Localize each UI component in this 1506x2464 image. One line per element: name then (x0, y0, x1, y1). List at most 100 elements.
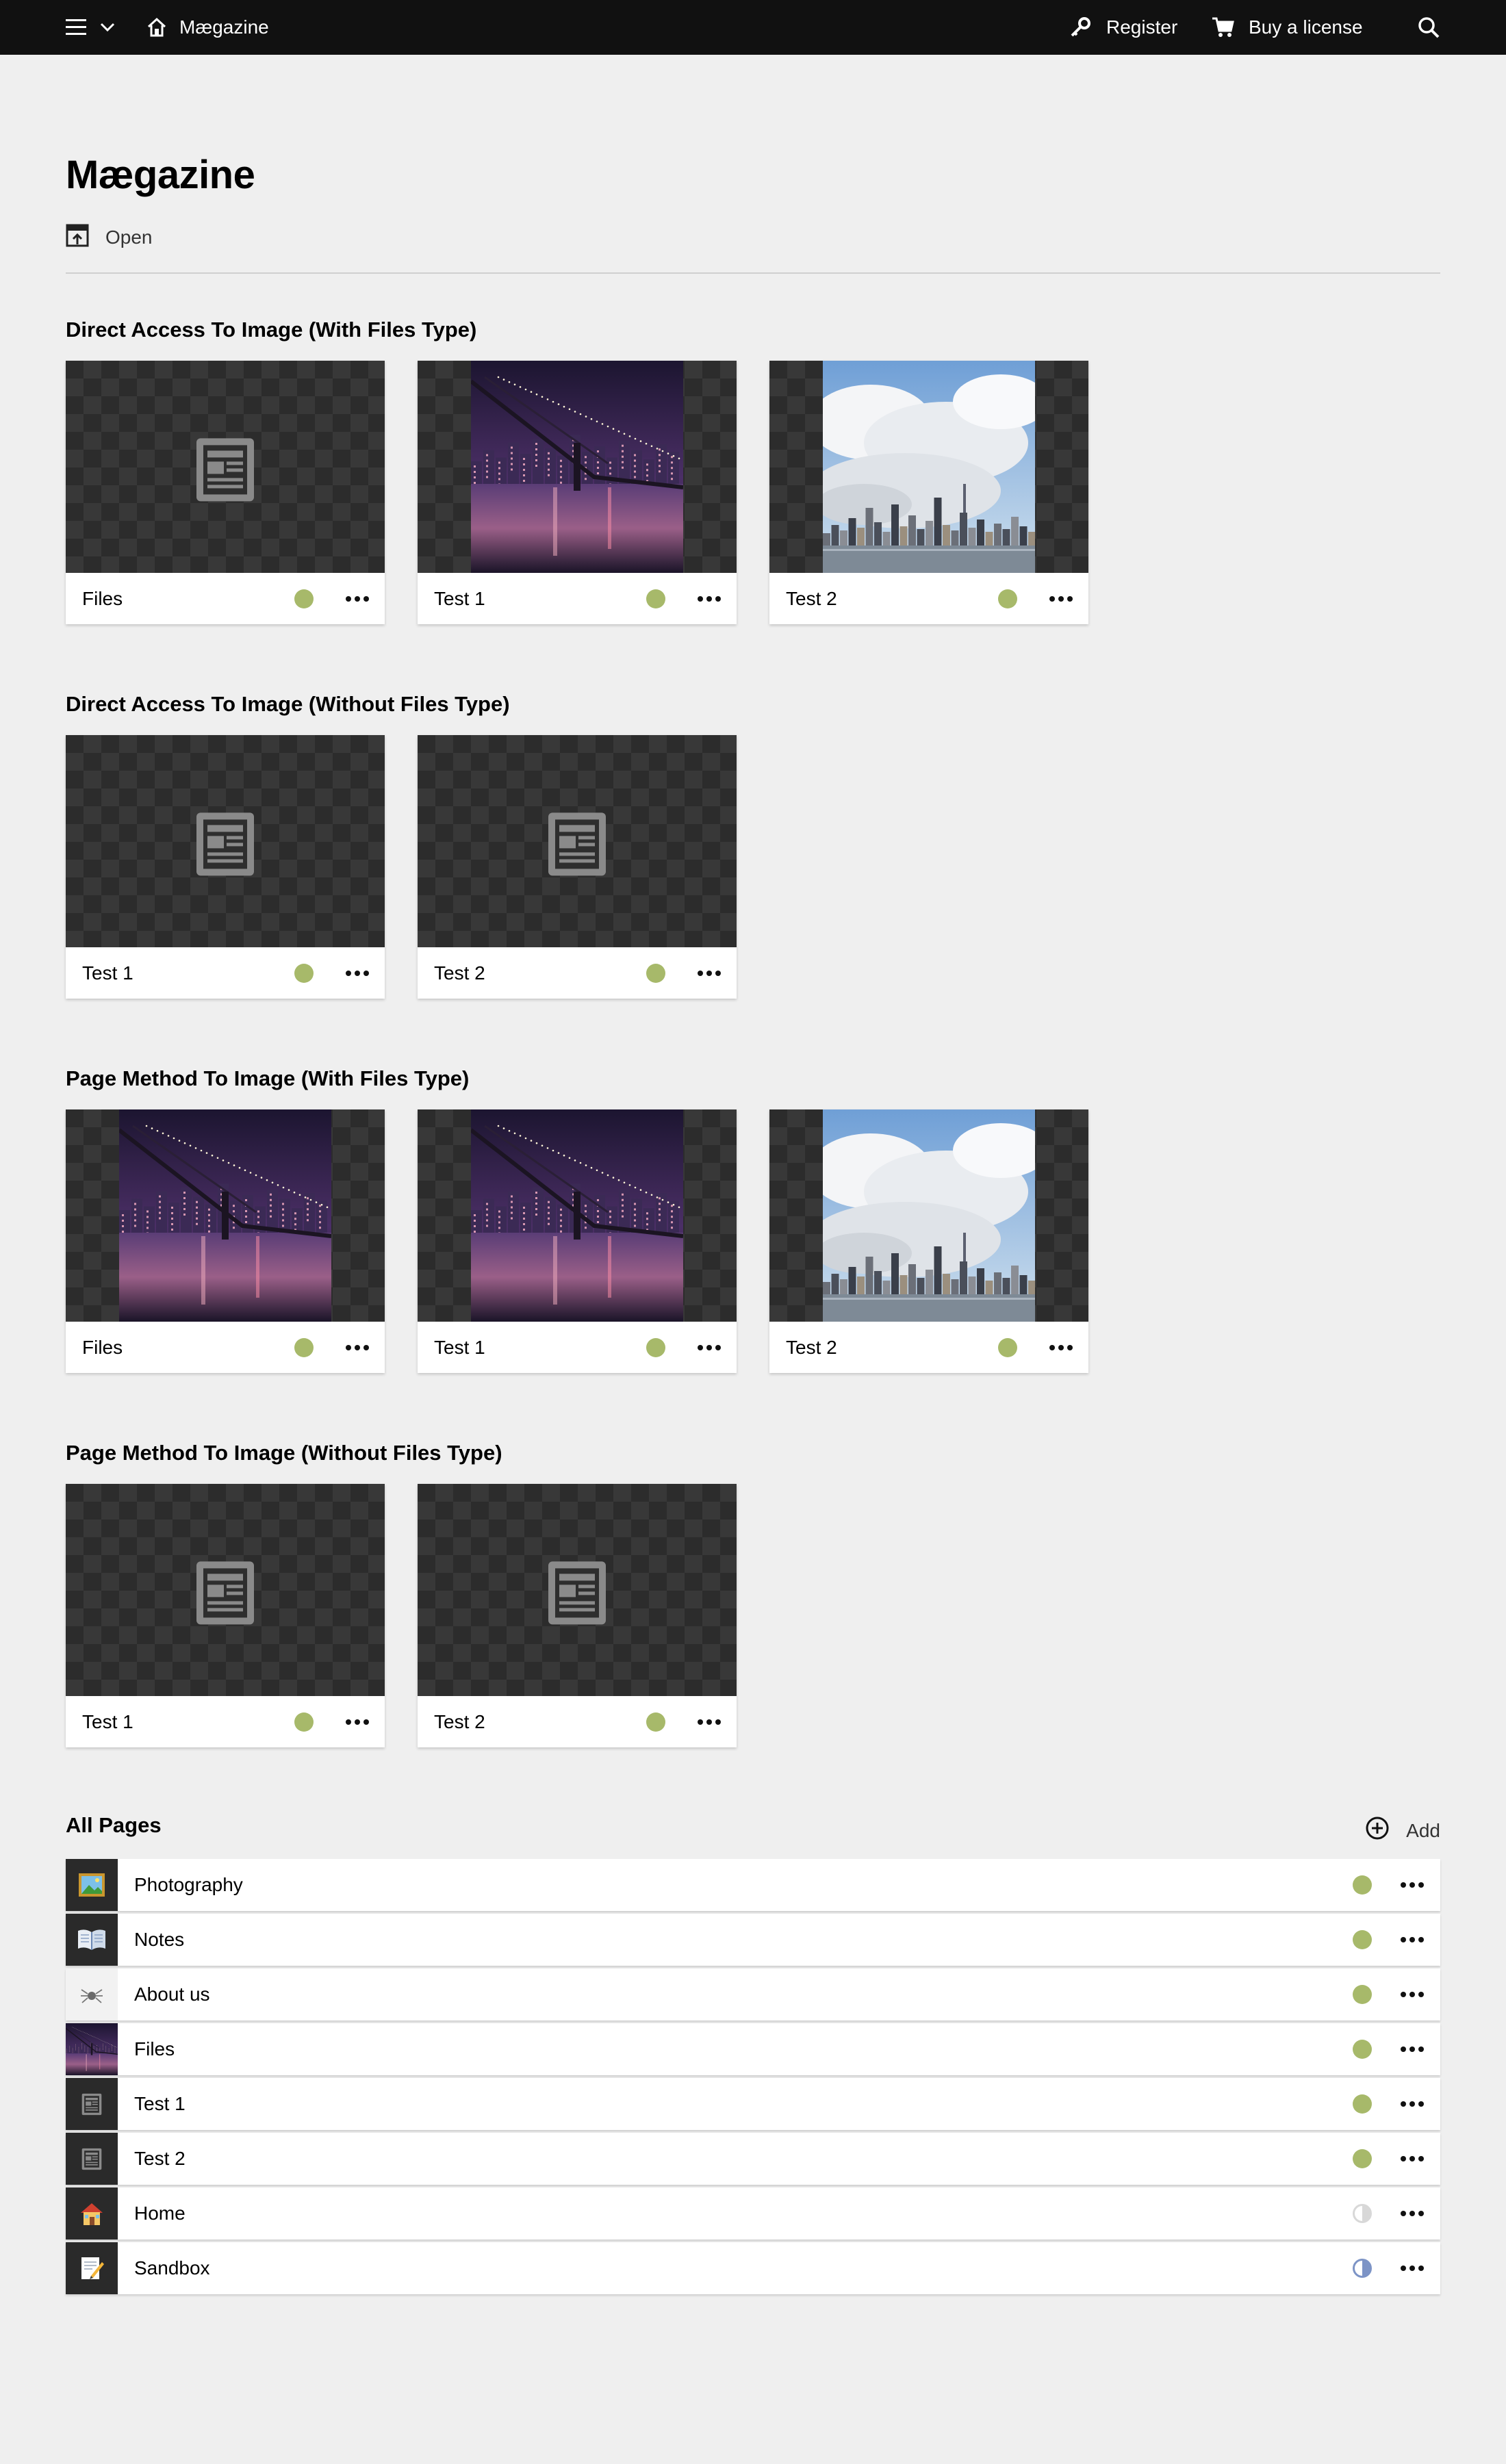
more-options-icon[interactable] (1401, 2101, 1424, 2107)
key-icon (1069, 16, 1091, 38)
status-listed-icon[interactable] (294, 1712, 314, 1732)
page-card[interactable]: Test 2 (418, 735, 737, 999)
document-icon (547, 811, 607, 881)
row-title[interactable]: Home (134, 2187, 186, 2240)
more-options-icon[interactable] (1401, 2211, 1424, 2216)
status-unlisted-icon[interactable] (1353, 2259, 1372, 2278)
card-thumbnail[interactable] (66, 1484, 385, 1696)
card-thumbnail[interactable] (418, 1484, 737, 1696)
page-list-row[interactable]: Test 2 (66, 2133, 1440, 2185)
row-title[interactable]: Sandbox (134, 2242, 210, 2294)
status-listed-icon[interactable] (646, 964, 665, 983)
card-title[interactable]: Test 2 (434, 1696, 485, 1747)
more-options-icon[interactable] (346, 971, 369, 976)
page-list-row[interactable]: Files (66, 2023, 1440, 2075)
card-title[interactable]: Test 1 (434, 573, 485, 624)
status-listed-icon[interactable] (1353, 1985, 1372, 2004)
spider-icon (66, 1968, 118, 2020)
document-icon (195, 1560, 255, 1630)
page-title: Mægazine (66, 153, 255, 197)
card-thumbnail[interactable] (418, 735, 737, 947)
more-options-icon[interactable] (346, 1345, 369, 1350)
more-options-icon[interactable] (1401, 1882, 1424, 1888)
card-title[interactable]: Files (82, 1322, 123, 1373)
row-title[interactable]: Notes (134, 1914, 184, 1966)
skyline-clouds-photo (809, 361, 1049, 573)
card-title[interactable]: Test 1 (82, 1696, 133, 1747)
row-title[interactable]: Files (134, 2023, 175, 2075)
page-list-row[interactable]: About us (66, 1968, 1440, 2020)
page-list-row[interactable]: Photography (66, 1859, 1440, 1911)
row-title[interactable]: Photography (134, 1859, 243, 1911)
card-thumbnail[interactable] (66, 361, 385, 573)
card-title[interactable]: Files (82, 573, 123, 624)
status-listed-icon[interactable] (1353, 2094, 1372, 2114)
page-card[interactable]: Files (66, 361, 385, 624)
more-options-icon[interactable] (1401, 1937, 1424, 1942)
more-options-icon[interactable] (1401, 2156, 1424, 2161)
page-card[interactable]: Test 1 (418, 1109, 737, 1373)
status-listed-icon[interactable] (1353, 2149, 1372, 2168)
status-listed-icon[interactable] (294, 1338, 314, 1357)
row-title[interactable]: Test 2 (134, 2133, 186, 2185)
page-card[interactable]: Files (66, 1109, 385, 1373)
more-options-icon[interactable] (1401, 1992, 1424, 1997)
status-listed-icon[interactable] (646, 589, 665, 608)
status-listed-icon[interactable] (1353, 1875, 1372, 1895)
search-button[interactable] (1417, 0, 1440, 55)
card-thumbnail[interactable] (66, 1109, 385, 1322)
page-card[interactable]: Test 2 (418, 1484, 737, 1747)
status-listed-icon[interactable] (1353, 2040, 1372, 2059)
status-listed-icon[interactable] (998, 589, 1017, 608)
more-options-icon[interactable] (1049, 596, 1073, 602)
page-card[interactable]: Test 2 (769, 361, 1088, 624)
status-listed-icon[interactable] (646, 1712, 665, 1732)
register-link[interactable]: Register (1069, 0, 1177, 55)
more-options-icon[interactable] (698, 1719, 721, 1725)
card-thumbnail[interactable] (769, 361, 1088, 573)
card-thumbnail[interactable] (418, 1109, 737, 1322)
card-thumbnail[interactable] (66, 735, 385, 947)
card-thumbnail[interactable] (769, 1109, 1088, 1322)
more-options-icon[interactable] (346, 1719, 369, 1725)
add-page-button[interactable]: Add (1365, 1816, 1440, 1845)
buy-license-link[interactable]: Buy a license (1212, 0, 1363, 55)
card-title[interactable]: Test 2 (786, 1322, 837, 1373)
more-options-icon[interactable] (698, 971, 721, 976)
page-list-row[interactable]: Sandbox (66, 2242, 1440, 2294)
page-list-row[interactable]: Test 1 (66, 2078, 1440, 2130)
bridge-night-photo (470, 361, 684, 573)
more-options-icon[interactable] (698, 596, 721, 602)
bridge-night-photo (66, 2023, 118, 2075)
open-button[interactable]: Open (66, 224, 153, 251)
section-title: Direct Access To Image (Without Files Ty… (66, 692, 510, 716)
card-title[interactable]: Test 2 (786, 573, 837, 624)
menu-button[interactable] (66, 0, 115, 55)
more-options-icon[interactable] (1401, 2266, 1424, 2271)
more-options-icon[interactable] (698, 1345, 721, 1350)
site-home-link[interactable]: Mægazine (146, 0, 269, 55)
status-listed-icon[interactable] (1353, 1930, 1372, 1949)
page-card[interactable]: Test 1 (66, 735, 385, 999)
more-options-icon[interactable] (346, 596, 369, 602)
page-card[interactable]: Test 1 (66, 1484, 385, 1747)
page-card[interactable]: Test 2 (769, 1109, 1088, 1373)
status-listed-icon[interactable] (294, 964, 314, 983)
row-title[interactable]: Test 1 (134, 2078, 186, 2130)
status-listed-icon[interactable] (998, 1338, 1017, 1357)
card-title[interactable]: Test 1 (434, 1322, 485, 1373)
more-options-icon[interactable] (1401, 2046, 1424, 2052)
status-draft-icon[interactable] (1353, 2204, 1372, 2223)
page-list-row[interactable]: Notes (66, 1914, 1440, 1966)
page-list-row[interactable]: Home (66, 2187, 1440, 2240)
card-thumbnail[interactable] (418, 361, 737, 573)
status-listed-icon[interactable] (646, 1338, 665, 1357)
page-card[interactable]: Test 1 (418, 361, 737, 624)
menu-icon (66, 18, 88, 36)
search-icon (1417, 16, 1440, 39)
status-listed-icon[interactable] (294, 589, 314, 608)
card-title[interactable]: Test 2 (434, 947, 485, 999)
row-title[interactable]: About us (134, 1968, 210, 2020)
card-title[interactable]: Test 1 (82, 947, 133, 999)
more-options-icon[interactable] (1049, 1345, 1073, 1350)
